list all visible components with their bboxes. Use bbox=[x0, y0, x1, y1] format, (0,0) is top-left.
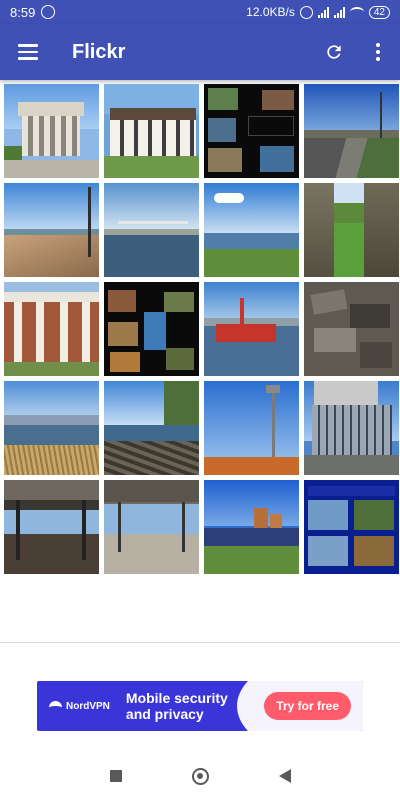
more-vert-icon bbox=[376, 43, 380, 61]
signal-icon-2 bbox=[333, 6, 345, 18]
home-circle-icon[interactable] bbox=[191, 767, 209, 785]
recents-square-icon[interactable] bbox=[109, 770, 122, 782]
ad-cta-button[interactable]: Try for free bbox=[264, 692, 351, 720]
refresh-button[interactable] bbox=[312, 24, 356, 80]
photo-white-house-lawn[interactable] bbox=[104, 84, 199, 178]
photo-stadium-shelter[interactable] bbox=[104, 480, 199, 574]
page-title: Flickr bbox=[72, 40, 126, 63]
photo-red-tugboat[interactable] bbox=[204, 282, 299, 376]
ad-banner[interactable]: NordVPN Mobile security and privacy Try … bbox=[37, 681, 363, 731]
app-bar: Flickr bbox=[0, 24, 400, 80]
photo-rocky-shore-trees[interactable] bbox=[104, 381, 199, 475]
back-triangle-icon[interactable] bbox=[278, 769, 291, 783]
photo-stadium-lights[interactable] bbox=[204, 381, 299, 475]
status-time: 8:59 bbox=[10, 4, 36, 20]
photo-columned-brick-house[interactable] bbox=[4, 282, 99, 376]
ad-headline: Mobile security and privacy bbox=[125, 690, 228, 722]
refresh-icon bbox=[327, 45, 341, 59]
photo-city-skyline-grass[interactable] bbox=[4, 381, 99, 475]
photo-boardwalk-pier[interactable] bbox=[4, 183, 99, 277]
photo-stadium-seats[interactable] bbox=[304, 381, 399, 475]
system-nav-bar bbox=[0, 752, 400, 800]
nordvpn-logo-icon bbox=[49, 701, 62, 711]
alarm-icon bbox=[299, 5, 313, 19]
photo-rocks[interactable] bbox=[304, 282, 399, 376]
photo-harbor-view[interactable] bbox=[204, 183, 299, 277]
wifi-icon bbox=[349, 7, 364, 17]
whatsapp-icon bbox=[41, 5, 56, 19]
photo-collage-dark[interactable] bbox=[104, 282, 199, 376]
photo-homes-collage[interactable] bbox=[204, 84, 299, 178]
more-options-button[interactable] bbox=[356, 24, 400, 80]
photo-bridge-over-water[interactable] bbox=[104, 183, 199, 277]
divider bbox=[0, 642, 400, 643]
photo-stone-walls-lawn[interactable] bbox=[304, 183, 399, 277]
photo-greek-revival-building[interactable] bbox=[4, 84, 99, 178]
photo-ballpark-collage[interactable] bbox=[304, 480, 399, 574]
ad-brand: NordVPN bbox=[49, 701, 110, 712]
status-bar: 8:59 12.0KB/s 42 bbox=[0, 0, 400, 24]
network-speed: 12.0KB/s bbox=[246, 5, 295, 19]
photo-grid bbox=[4, 84, 399, 574]
photo-waterfront-path[interactable] bbox=[304, 84, 399, 178]
photo-ballpark-field[interactable] bbox=[204, 480, 299, 574]
signal-icon bbox=[317, 6, 329, 18]
ad-brand-label: NordVPN bbox=[66, 700, 110, 712]
photo-stadium-grandstand[interactable] bbox=[4, 480, 99, 574]
battery-icon: 42 bbox=[368, 5, 390, 19]
hamburger-menu-icon[interactable] bbox=[0, 24, 56, 80]
